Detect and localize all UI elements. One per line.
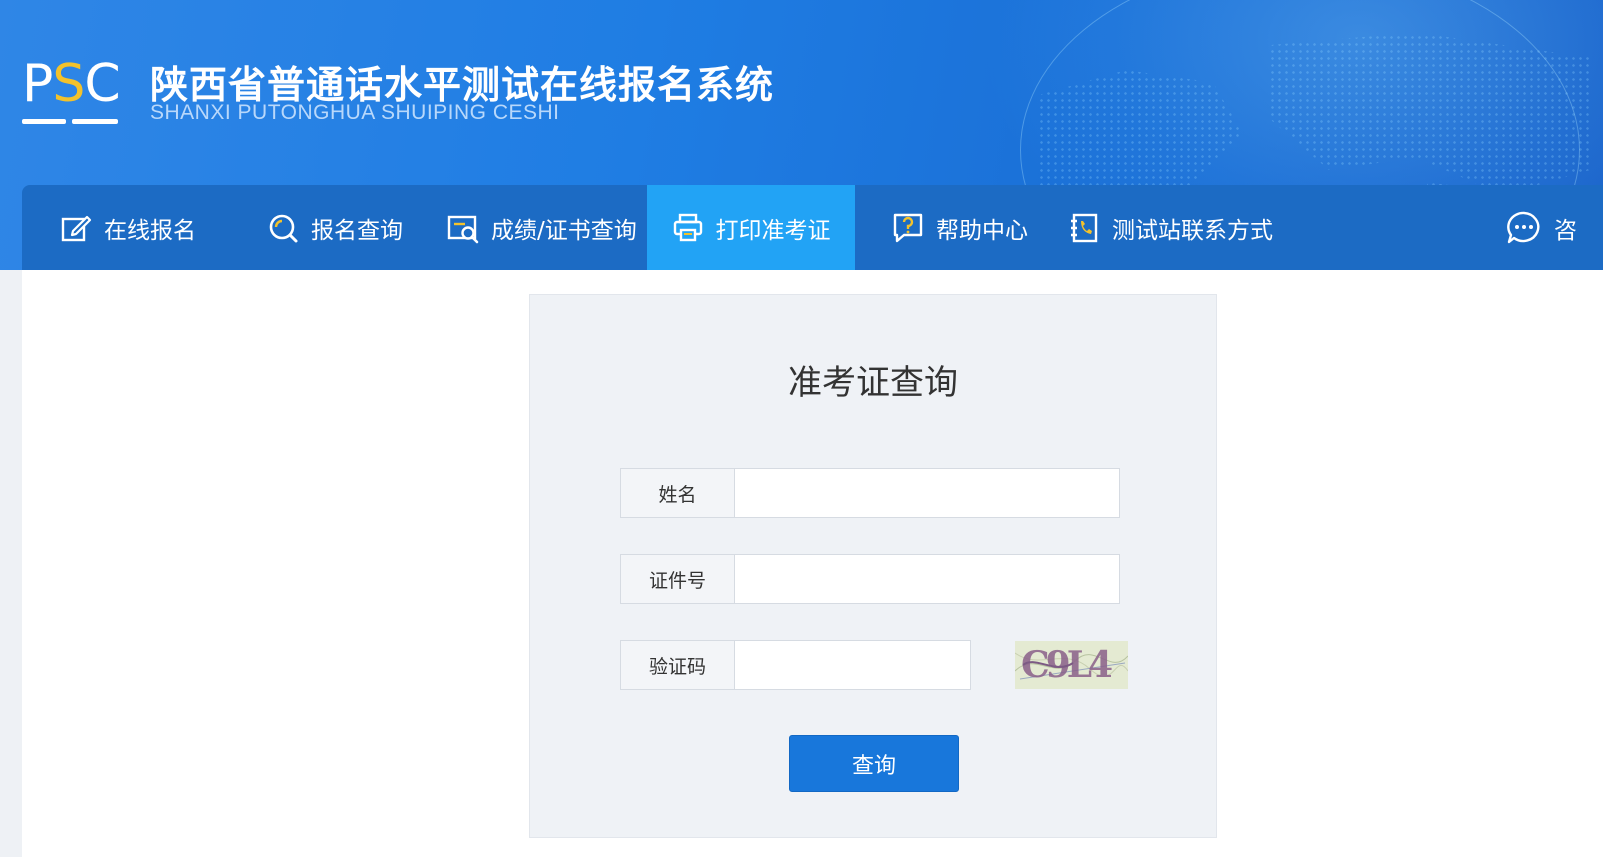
name-input[interactable]: [735, 468, 1120, 518]
help-icon: [893, 213, 923, 242]
nav-item-online-registration[interactable]: 在线报名: [60, 185, 196, 270]
name-row: 姓名: [620, 468, 1120, 518]
main-nav: 在线报名 报名查询 成绩/证书查询 打印准考证 帮助中心 测试站联系方式 咨: [22, 185, 1603, 270]
id-number-label: 证件号: [620, 554, 735, 604]
nav-item-label: 成绩/证书查询: [491, 217, 637, 244]
name-label: 姓名: [620, 468, 735, 518]
certificate-search-icon: [447, 215, 479, 243]
panel-title: 准考证查询: [788, 363, 958, 403]
chat-icon: [1507, 211, 1540, 243]
nav-item-label: 打印准考证: [715, 217, 831, 244]
site-subtitle: SHANXI PUTONGHUA SHUIPING CESHI: [150, 101, 560, 124]
logo-underline: [22, 119, 66, 124]
nav-item-label: 在线报名: [104, 217, 196, 244]
logo-underline: [72, 119, 118, 124]
logo-text: PSC: [22, 54, 121, 114]
nav-item-consultation[interactable]: 咨: [1506, 185, 1577, 270]
captcha-row: 验证码: [620, 640, 971, 690]
edit-icon: [61, 215, 92, 241]
psc-logo[interactable]: PSC: [22, 56, 122, 128]
nav-item-label: 咨: [1554, 217, 1577, 244]
printer-icon: [673, 213, 702, 241]
captcha-label: 验证码: [620, 640, 735, 690]
contact-book-icon: [1071, 213, 1098, 242]
id-number-input[interactable]: [735, 554, 1120, 604]
nav-item-score-certificate-query[interactable]: 成绩/证书查询: [447, 185, 637, 270]
nav-item-registration-query[interactable]: 报名查询: [267, 185, 403, 270]
nav-item-print-admission-ticket[interactable]: 打印准考证: [647, 185, 855, 270]
admission-ticket-query-panel: 准考证查询 姓名 证件号 验证码 C9L4 查询: [529, 294, 1217, 838]
nav-item-label: 帮助中心: [936, 217, 1028, 244]
id-number-row: 证件号: [620, 554, 1120, 604]
captcha-input[interactable]: [735, 640, 971, 690]
nav-item-test-station-contacts[interactable]: 测试站联系方式: [1068, 185, 1273, 270]
search-icon: [269, 214, 298, 242]
captcha-image[interactable]: C9L4: [1015, 641, 1128, 689]
captcha-graphic: C9L4: [1015, 641, 1128, 689]
nav-item-label: 测试站联系方式: [1112, 217, 1273, 244]
nav-item-label: 报名查询: [311, 217, 403, 244]
query-button[interactable]: 查询: [789, 735, 959, 792]
nav-item-help-center[interactable]: 帮助中心: [892, 185, 1028, 270]
